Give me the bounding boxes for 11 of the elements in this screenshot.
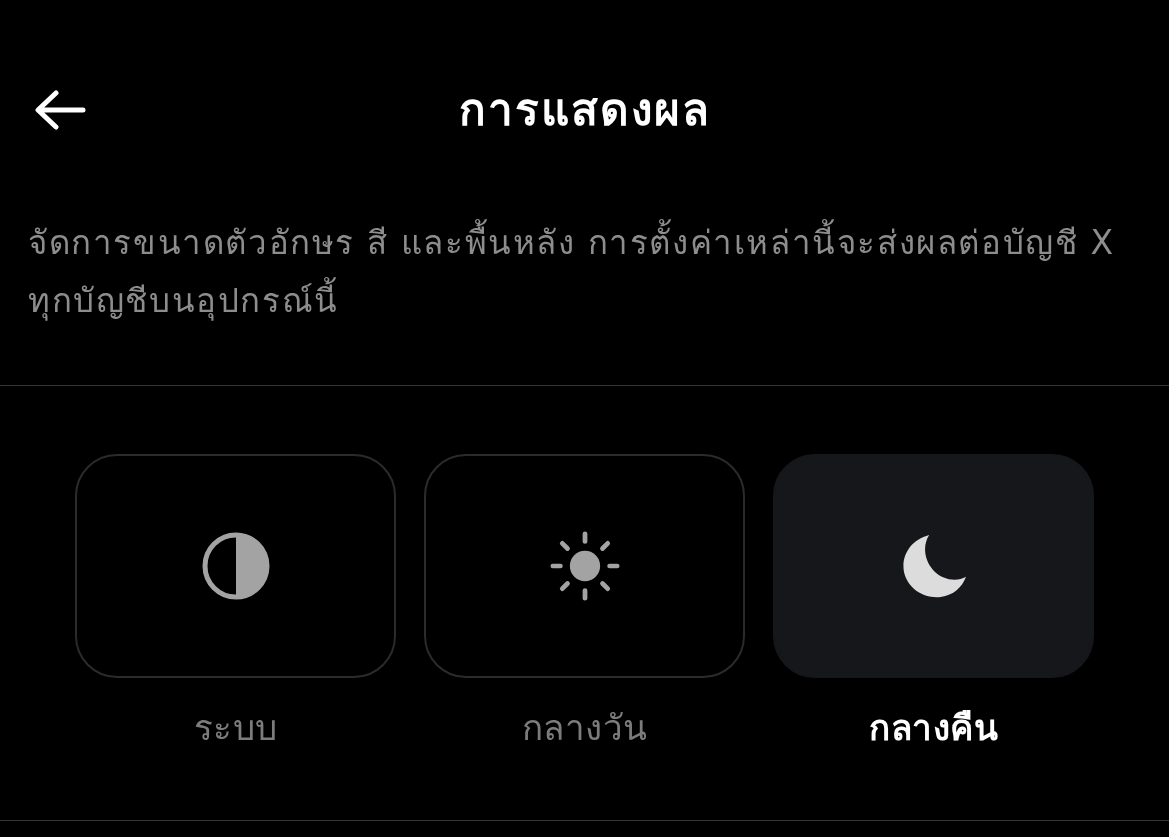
- sun-icon: [549, 531, 620, 601]
- half-circle-icon: [201, 532, 270, 600]
- page-title: การแสดงผล: [458, 83, 711, 137]
- description-text: จัดการขนาดตัวอักษร สี และพื้นหลัง การตั้งค่าเหล่านี้จะส่งผลต่อบัญชี X ทุกบัญชีบนอุปกรณ์นี้: [0, 214, 1169, 330]
- theme-label: กลางคืน: [869, 707, 998, 750]
- theme-label: ระบบ: [193, 707, 278, 750]
- theme-label: กลางวัน: [521, 707, 648, 750]
- theme-option[interactable]: [773, 454, 1094, 678]
- back-arrow-icon: [34, 90, 86, 130]
- moon-icon: [900, 534, 967, 598]
- theme-option[interactable]: [75, 454, 396, 678]
